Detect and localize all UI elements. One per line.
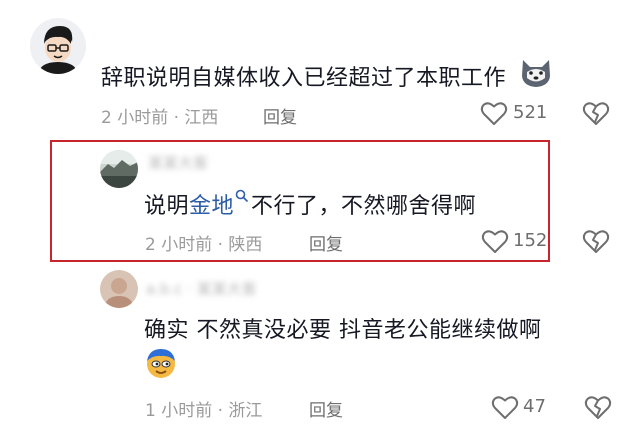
like-button[interactable]: 521 xyxy=(480,100,552,126)
username[interactable]: 某某大客 xyxy=(148,152,208,173)
search-link[interactable]: 金地 xyxy=(189,194,234,219)
comment-text-prefix: 说明 xyxy=(144,194,190,219)
comment-meta: 2 小时前 · 陕西 xyxy=(145,235,263,255)
comment-meta: 2 小时前 · 江西 xyxy=(101,108,219,128)
dislike-broken-heart-icon[interactable] xyxy=(584,394,612,420)
comment-text: 说明金地 不行了，不然哪舍得啊 xyxy=(144,188,476,220)
reply-button[interactable]: 回复 xyxy=(309,230,343,255)
comment-text: 确实 不然真没必要 抖音老公能继续做啊 xyxy=(144,318,542,343)
like-count: 521 xyxy=(513,102,548,123)
comment-text: 辞职说明自媒体收入已经超过了本职工作 xyxy=(101,66,507,91)
comment-meta: 1 小时前 · 浙江 xyxy=(145,401,263,421)
doge-emoji-icon xyxy=(145,347,177,379)
comment-text-suffix: 不行了，不然哪舍得啊 xyxy=(251,194,477,219)
like-count: 47 xyxy=(523,396,546,417)
reply-button[interactable]: 回复 xyxy=(263,103,297,128)
avatar[interactable] xyxy=(30,18,86,74)
heart-outline-icon xyxy=(481,230,509,253)
heart-outline-icon xyxy=(491,396,519,419)
username[interactable]: a.b.c · 某某大客 xyxy=(146,278,257,299)
reply-comment-item: 某某大客 说明金地 不行了，不然哪舍得啊 2 小时前 · 陕西 回复 152 xyxy=(90,140,630,262)
reply-button[interactable]: 回复 xyxy=(309,396,343,421)
search-icon[interactable] xyxy=(235,189,249,203)
reply-comment-item: a.b.c · 某某大客 确实 不然真没必要 抖音老公能继续做啊 1 小时前 ·… xyxy=(90,262,630,430)
like-button[interactable]: 152 xyxy=(481,228,549,254)
avatar[interactable] xyxy=(100,150,138,188)
dislike-broken-heart-icon[interactable] xyxy=(582,228,610,254)
dislike-broken-heart-icon[interactable] xyxy=(582,100,610,126)
like-count: 152 xyxy=(513,230,548,251)
like-button[interactable]: 47 xyxy=(491,394,551,420)
avatar[interactable] xyxy=(100,270,138,308)
comment-item: 辞职说明自媒体收入已经超过了本职工作 2 小时前 · 江西 回复 521 xyxy=(0,0,640,130)
heart-outline-icon xyxy=(480,102,508,125)
husky-dog-icon xyxy=(519,58,553,88)
